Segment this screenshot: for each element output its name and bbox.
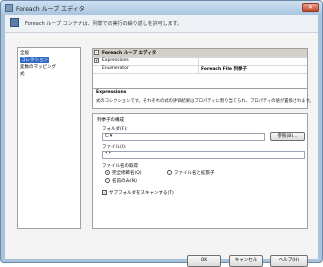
expand-icon[interactable]: +	[94, 58, 99, 63]
radio-fully-qualified[interactable]	[105, 170, 110, 175]
dialog-body: 全般 コレクション 変数のマッピング 式 - Foreach ループ エディタ …	[5, 33, 318, 267]
grid-key-expressions: Expressions	[102, 58, 129, 63]
enumerator-config-panel: 列挙子の構成 フォルダ(F): C:¥ 参照(B)... ファイル(I): *.…	[92, 113, 308, 229]
radio-name-and-extension-label[interactable]: ファイル名と拡張子	[174, 170, 215, 176]
property-description: Expressions 式のコレクションです。それぞれの式の評価結果はプロパティ…	[92, 89, 314, 109]
subfolder-checkbox[interactable]: ✓	[102, 190, 107, 195]
folder-label: フォルダ(F):	[102, 127, 128, 132]
title-bar[interactable]: Foreach ループ エディタ ✕	[1, 1, 322, 15]
files-label: ファイル(I):	[102, 145, 127, 150]
radio-fully-qualified-label[interactable]: 完全修飾名(Q)	[112, 170, 142, 176]
cancel-button[interactable]: キャンセル	[229, 255, 263, 267]
grid-divider	[198, 57, 199, 65]
dialog-client: Foreach ループ コンテナは、列挙での実行の繰り返しを許可します。 全般 …	[5, 15, 318, 267]
description-text: 式のコレクションです。それぞれの式の評価結果はプロパティに割り当てられ、プロパテ…	[96, 99, 314, 104]
browse-button[interactable]: 参照(B)...	[270, 132, 305, 141]
radio-name-only-label[interactable]: 名前のみ(N)	[112, 178, 137, 184]
grid-row-enumerator[interactable]: Enumerator Foreach File 列挙子	[93, 65, 307, 74]
subfolder-checkbox-label[interactable]: サブフォルダをスキャンする(T)	[109, 190, 174, 196]
app-icon	[5, 4, 13, 12]
header-description: Foreach ループ コンテナは、列挙での実行の繰り返しを許可します。	[25, 21, 183, 27]
ok-button[interactable]: OK	[187, 255, 221, 267]
radio-name-and-extension[interactable]	[167, 170, 172, 175]
folder-input[interactable]: C:¥	[102, 133, 265, 141]
grid-value-enumerator[interactable]: Foreach File 列挙子	[201, 66, 247, 72]
grid-divider	[198, 65, 199, 73]
page-navigation: 全般 コレクション 変数のマッピング 式	[17, 47, 81, 229]
radio-name-only[interactable]	[105, 178, 110, 183]
window-title: Foreach ループ エディタ	[16, 6, 85, 13]
nav-item-variable-mappings[interactable]: 変数のマッピング	[20, 64, 56, 70]
close-button[interactable]: ✕	[302, 3, 319, 12]
nav-item-expressions[interactable]: 式	[20, 71, 25, 77]
description-title: Expressions	[96, 90, 127, 95]
nav-item-general[interactable]: 全般	[20, 50, 29, 56]
grid-category-label: Foreach ループ エディタ	[102, 51, 157, 56]
dialog-window: Foreach ループ エディタ ✕ Foreach ループ コンテナは、列挙で…	[0, 0, 323, 267]
collapse-icon[interactable]: -	[94, 50, 99, 55]
files-input[interactable]: *.*	[102, 151, 305, 159]
retrieve-file-name-label: ファイル名の取得	[102, 164, 138, 169]
foreach-loop-icon	[10, 18, 19, 27]
header-banner: Foreach ループ コンテナは、列挙での実行の繰り返しを許可します。	[5, 15, 318, 33]
nav-item-collection[interactable]: コレクション	[20, 57, 49, 63]
property-grid: - Foreach ループ エディタ + Expressions Enumera…	[92, 48, 308, 89]
grid-key-enumerator: Enumerator	[102, 66, 129, 71]
help-button[interactable]: ヘルプ(H)	[270, 255, 308, 267]
config-section-title: 列挙子の構成	[97, 118, 124, 123]
